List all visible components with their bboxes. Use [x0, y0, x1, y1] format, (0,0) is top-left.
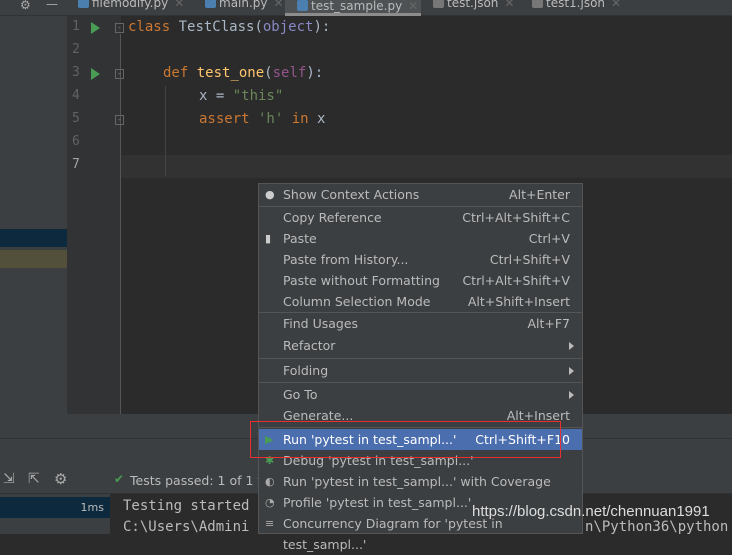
close-icon[interactable]: ✕	[504, 0, 514, 10]
tab-label: test.json	[447, 0, 499, 10]
close-icon[interactable]: ✕	[611, 0, 621, 10]
python-file-icon	[78, 0, 89, 8]
json-file-icon	[433, 0, 444, 8]
menu-separator	[259, 382, 582, 383]
gear-icon[interactable]: ⚙	[20, 0, 31, 12]
python-file-icon	[297, 0, 308, 11]
console-line: n\Python36\python	[585, 519, 729, 535]
fold-guide	[120, 34, 121, 414]
fold-end-icon[interactable]: -	[115, 115, 124, 125]
line-number: 4	[72, 88, 80, 103]
project-row-selected[interactable]	[0, 229, 67, 247]
menu-item-shortcut: Ctrl+Alt+Shift+C	[462, 210, 570, 225]
menu-item-paste-without-formatting[interactable]: Paste without Formatting Ctrl+Alt+Shift+V	[259, 270, 582, 291]
line-number: 2	[72, 42, 80, 57]
indent-guide	[165, 86, 166, 176]
minimize-icon[interactable]: —	[46, 0, 58, 11]
line-number: 6	[72, 134, 80, 149]
menu-item-label: Refactor	[283, 338, 336, 353]
fold-icon[interactable]: -	[115, 23, 124, 33]
line-number: 3	[72, 65, 80, 80]
run-gutter-icon[interactable]	[91, 22, 100, 34]
context-menu: ● Show Context Actions Alt+Enter Copy Refer…	[258, 183, 583, 552]
submenu-arrow-icon	[569, 342, 574, 350]
menu-item-label: Paste without Formatting	[283, 273, 440, 288]
test-tree: 1ms	[0, 494, 110, 534]
bulb-icon: ●	[265, 188, 275, 201]
fold-icon[interactable]: -	[115, 69, 124, 79]
coverage-icon: ◐	[265, 475, 275, 488]
menu-item-shortcut: Alt+F7	[527, 316, 570, 331]
menu-item-label: Paste	[283, 231, 317, 246]
menu-item-refactor[interactable]: Refactor	[259, 335, 582, 356]
tab-test-json[interactable]: test.json ✕	[433, 0, 514, 13]
menu-item-shortcut: Ctrl+V	[528, 231, 570, 246]
menu-item-copy-reference[interactable]: Copy Reference Ctrl+Alt+Shift+C	[259, 207, 582, 228]
tab-main[interactable]: main.py ✕	[205, 0, 284, 13]
menu-item-column-selection-mode[interactable]: Column Selection Mode Alt+Shift+Insert	[259, 291, 582, 312]
menu-item-label: Column Selection Mode	[283, 294, 431, 309]
menu-item-run-pytest-in-test-sampl-with-coverage[interactable]: ◐ Run 'pytest in test_sampl...' with Cove…	[259, 471, 582, 492]
json-file-icon	[532, 0, 543, 8]
current-line-highlight	[121, 155, 732, 178]
menu-item-label: Run 'pytest in test_sampl...' with Cover…	[283, 474, 551, 489]
close-icon[interactable]: ✕	[408, 0, 418, 13]
run-gutter-icon[interactable]	[91, 68, 100, 80]
tab-filemodify[interactable]: filemodify.py ✕	[78, 0, 184, 13]
line-number: 1	[72, 19, 80, 34]
submenu-arrow-icon	[569, 367, 574, 375]
menu-item-label: Go To	[283, 387, 318, 402]
annotation-highlight-box	[250, 421, 561, 458]
console-line: Testing started	[123, 498, 250, 514]
code-line-5[interactable]: assert 'h' in x	[199, 111, 325, 127]
menu-item-show-context-actions[interactable]: ● Show Context Actions Alt+Enter	[259, 184, 582, 205]
menu-separator	[259, 358, 582, 359]
settings-icon[interactable]: ⚙	[54, 470, 67, 488]
tab-test1-json[interactable]: test1.json ✕	[532, 0, 621, 13]
code-line-3[interactable]: def test_one(self):	[163, 65, 323, 81]
python-file-icon	[205, 0, 216, 8]
tab-label: test1.json	[546, 0, 606, 10]
menu-item-label: Copy Reference	[283, 210, 382, 225]
test-tree-row[interactable]: 1ms	[0, 497, 110, 518]
export-tests-icon[interactable]: ⇱	[28, 471, 40, 487]
tab-label: filemodify.py	[92, 0, 169, 10]
menu-item-label: Folding	[283, 363, 329, 378]
menu-item-go-to[interactable]: Go To	[259, 384, 582, 405]
close-icon[interactable]: ✕	[274, 0, 284, 10]
profile-icon: ◔	[265, 496, 275, 509]
menu-item-shortcut: Alt+Shift+Insert	[467, 294, 570, 309]
editor-tab-bar: ⚙ — filemodify.py ✕ main.py ✕ test_sample.…	[0, 0, 732, 16]
tab-test-sample[interactable]: test_sample.py ✕	[285, 0, 421, 16]
console-line: C:\Users\Admini	[123, 519, 250, 535]
line-number: 7	[72, 157, 80, 172]
tab-label: test_sample.py	[311, 0, 403, 13]
menu-item-paste[interactable]: ▮ Paste Ctrl+V	[259, 228, 582, 249]
menu-item-label: Paste from History...	[283, 252, 409, 267]
project-row-highlight[interactable]	[0, 250, 67, 268]
test-status: Tests passed: 1 of 1 te	[130, 473, 270, 488]
watermark: https://blog.csdn.net/chennuan1991	[472, 503, 710, 520]
tab-label: main.py	[219, 0, 268, 10]
import-tests-icon[interactable]: ⇲	[3, 471, 15, 487]
menu-item-folding[interactable]: Folding	[259, 360, 582, 381]
submenu-arrow-icon	[569, 391, 574, 399]
menu-item-label: Show Context Actions	[283, 187, 420, 202]
code-line-1[interactable]: class TestClass(object):	[128, 19, 330, 35]
menu-item-label: Find Usages	[283, 316, 359, 331]
code-line-4[interactable]: x = "this"	[199, 88, 283, 104]
menu-item-paste-from-history[interactable]: Paste from History... Ctrl+Shift+V	[259, 249, 582, 270]
menu-item-label: Profile 'pytest in test_sampl...'	[283, 495, 472, 510]
menu-item-shortcut: Alt+Enter	[509, 187, 570, 202]
menu-item-shortcut: Ctrl+Alt+Shift+V	[462, 273, 570, 288]
menu-item-shortcut: Ctrl+Shift+V	[489, 252, 570, 267]
line-number: 5	[72, 111, 80, 126]
menu-item-find-usages[interactable]: Find Usages Alt+F7	[259, 313, 582, 334]
clipboard-icon: ▮	[265, 232, 272, 245]
concurrency-icon: ≡	[265, 517, 275, 530]
check-icon: ✔	[114, 472, 125, 486]
test-duration: 1ms	[80, 501, 104, 514]
project-panel	[0, 0, 67, 438]
close-icon[interactable]: ✕	[174, 0, 184, 10]
